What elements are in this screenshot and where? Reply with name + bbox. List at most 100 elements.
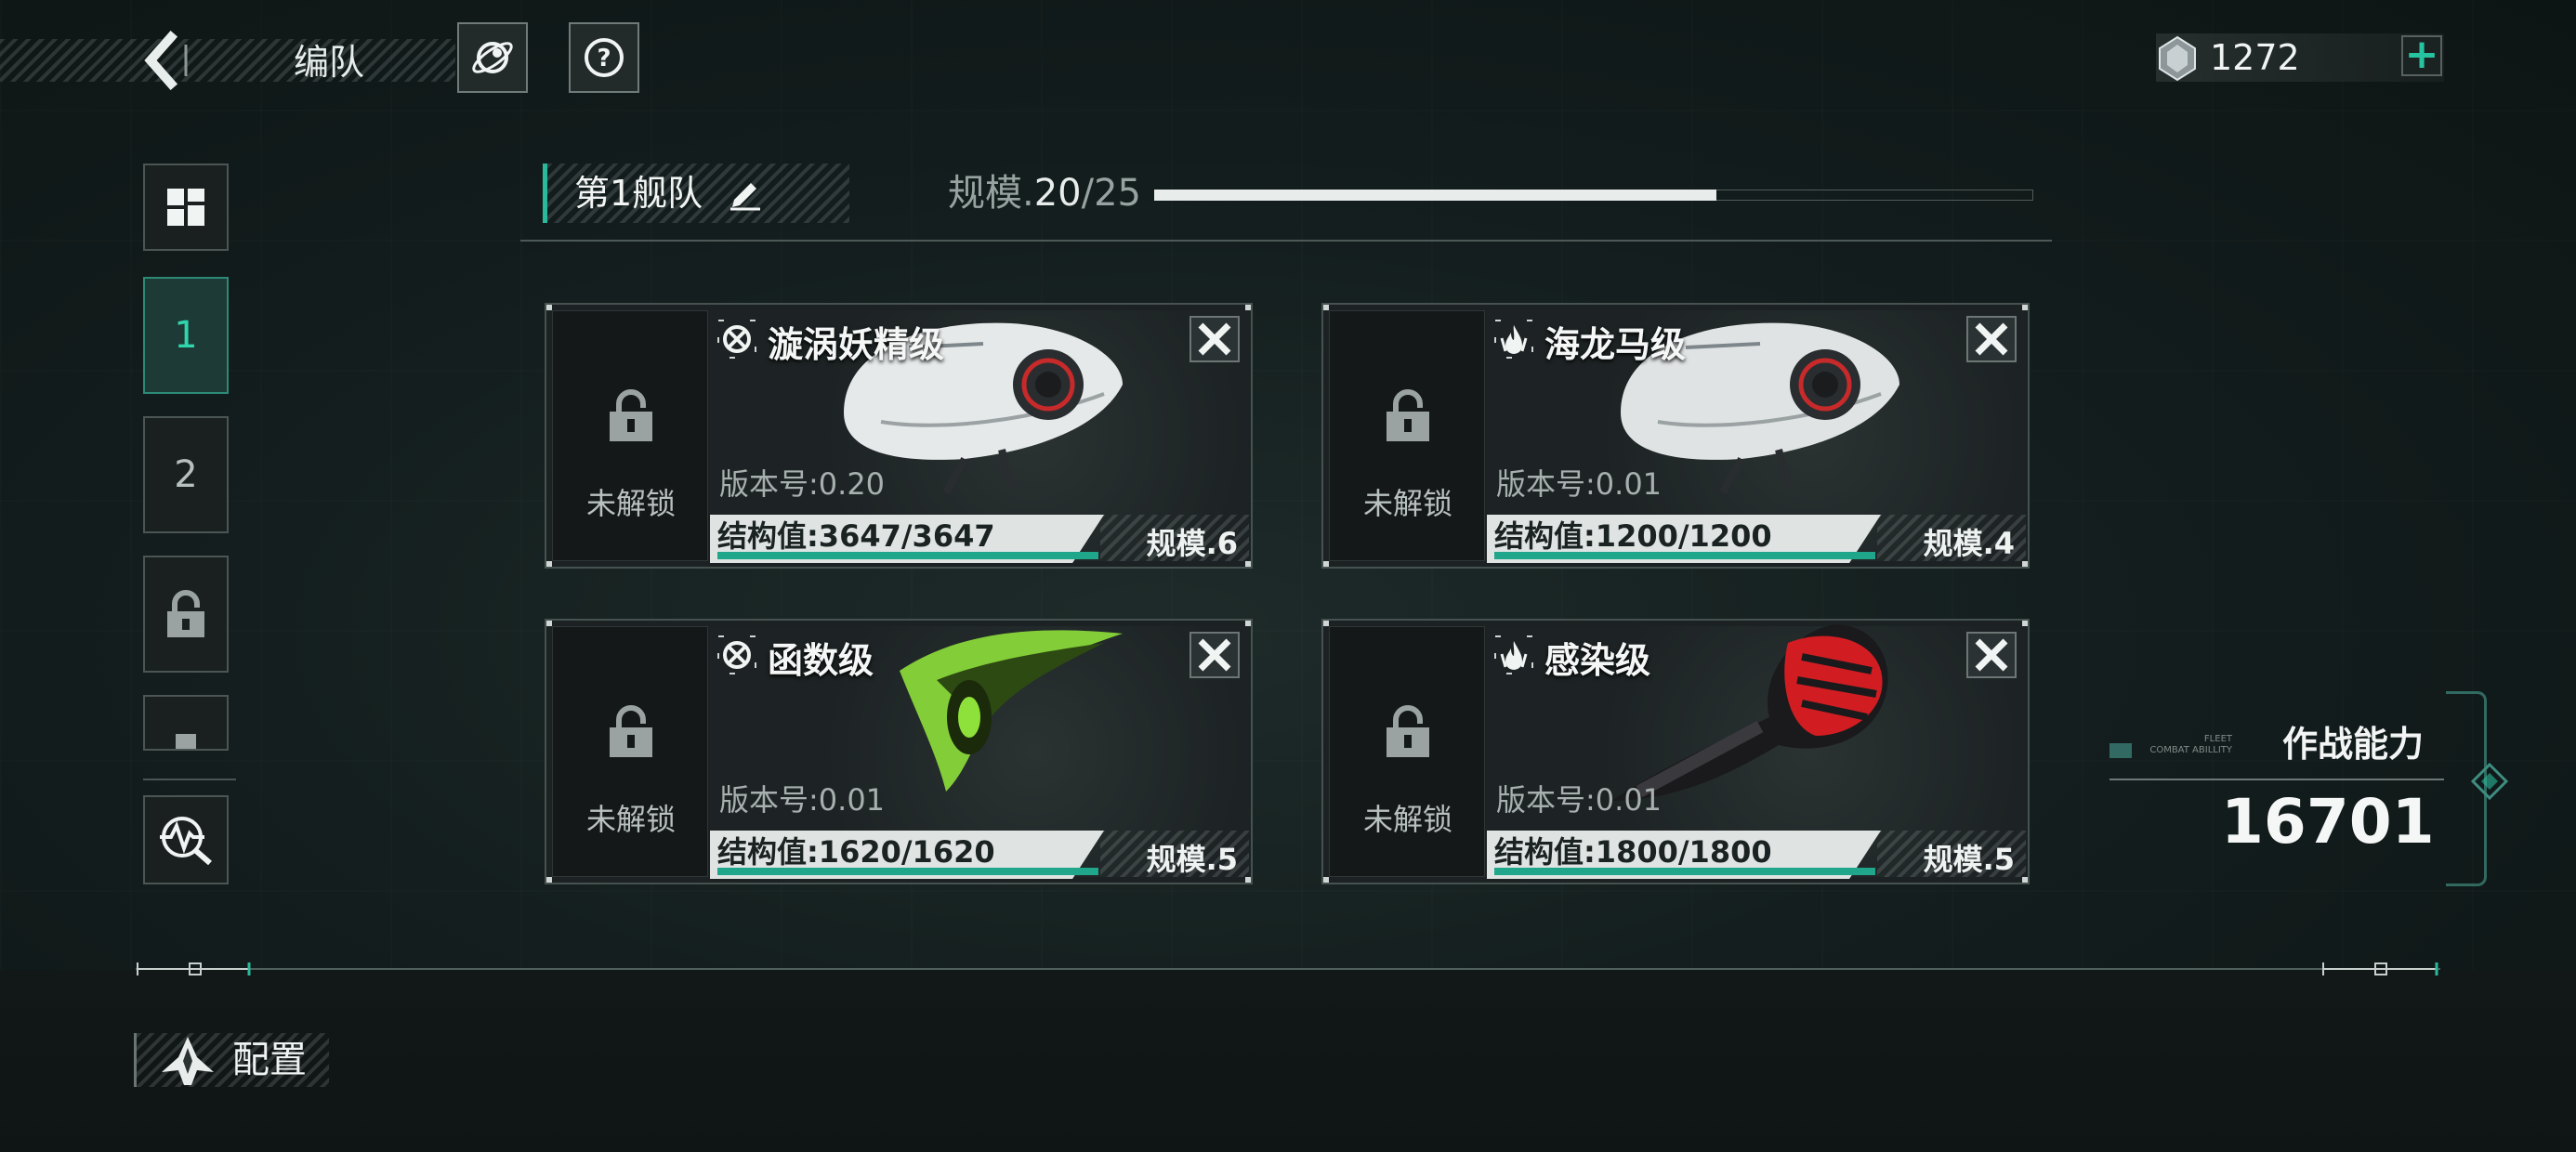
combat-marker (2109, 743, 2132, 758)
combat-diamond-icon (2470, 762, 2509, 805)
card-corner (1323, 305, 1329, 310)
remove-ship-button[interactable] (1966, 316, 2017, 362)
fleet-name-text: 第1舰队 (574, 173, 703, 214)
bottom-band (0, 970, 2576, 1152)
combat-sub-line2: COMBAT ABILLITY (2149, 745, 2232, 755)
card-corner (1245, 305, 1251, 310)
sidebar-grid-button[interactable] (143, 164, 229, 251)
remove-ship-button[interactable] (1966, 632, 2017, 678)
remove-ship-button[interactable] (1189, 316, 1240, 362)
fleet-header-divider (520, 240, 2052, 242)
back-button[interactable] (138, 28, 193, 93)
combat-sub-line1: FLEET (2203, 734, 2232, 744)
card-corner (1245, 621, 1251, 626)
fleet-scale-label: 规模. (948, 172, 1034, 215)
card-corner (1323, 877, 1329, 883)
close-icon (1198, 322, 1231, 356)
ship-name: 感染级 (1544, 640, 1651, 681)
ship-config-icon (160, 1035, 216, 1091)
sidebar-fleet-2[interactable]: 2 (143, 416, 229, 533)
ship-card[interactable]: 未解锁 海龙马级 版本号:0.01 结构值:1200/1200 规模.4 (1321, 303, 2030, 569)
sidebar-locked-slot[interactable] (143, 556, 229, 673)
bottom-left-marker (136, 961, 251, 977)
lock-icon-wrap (607, 703, 655, 763)
remove-ship-button[interactable] (1189, 632, 1240, 678)
grid-icon (167, 189, 204, 226)
close-icon (1198, 638, 1231, 672)
close-icon (1975, 638, 2008, 672)
card-corner (546, 561, 552, 567)
analysis-icon (160, 817, 212, 865)
unlock-label: 未解锁 (1362, 486, 1452, 521)
fleet-scale: 规模.20/25 (948, 167, 1141, 219)
card-corner (2022, 877, 2028, 883)
card-corner (546, 621, 552, 626)
close-icon (1975, 322, 2008, 356)
ship-card[interactable]: 未解锁 函数级 版本号:0.01 结构值:1620/1620 规模.5 (545, 619, 1253, 884)
ship-card[interactable]: 未解锁 感染级 版本号:0.01 结构值:1800/1800 规模.5 (1321, 619, 2030, 884)
title-hatch (0, 39, 455, 82)
back-arrow-icon (144, 30, 188, 91)
svg-text:?: ? (597, 45, 611, 72)
flame-icon (1494, 635, 1533, 674)
combat-sub-label: FLEET COMBAT ABILLITY (2139, 734, 2232, 756)
ship-name: 海龙马级 (1544, 324, 1687, 365)
lock-icon (167, 590, 204, 637)
ship-scale: 规模.5 (1923, 842, 2015, 877)
card-corner (546, 877, 552, 883)
sidebar-fleet-1[interactable]: 1 (143, 277, 229, 394)
lock-icon (176, 734, 196, 749)
ship-version: 版本号:0.01 (719, 782, 886, 818)
lock-icon (1387, 705, 1429, 757)
edit-icon[interactable] (727, 174, 764, 211)
target-icon (717, 320, 756, 359)
ship-card[interactable]: 未解锁 漩涡妖精级 版本号:0.20 结构值:3647/3647 规模.6 (545, 303, 1253, 569)
fleet-scale-sep: / (1081, 172, 1095, 215)
unlock-label: 未解锁 (1362, 802, 1452, 837)
ship-version: 版本号:0.01 (1496, 782, 1663, 818)
ship-version: 版本号:0.01 (1496, 466, 1663, 502)
fleet-scale-fill (1154, 190, 1716, 201)
card-corner (1245, 561, 1251, 567)
bottom-divider (136, 968, 2440, 970)
card-corner (546, 305, 552, 310)
unlock-label: 未解锁 (585, 486, 676, 521)
card-corner (1245, 877, 1251, 883)
combat-ability-label: 作战能力 (2282, 724, 2425, 765)
ship-name: 函数级 (768, 640, 874, 681)
lock-icon (610, 389, 652, 441)
card-corner (1323, 621, 1329, 626)
ship-art-wrap (881, 621, 1160, 805)
help-button[interactable]: ? (569, 22, 639, 93)
lock-icon-wrap (1384, 387, 1432, 447)
combat-divider (2109, 779, 2444, 780)
lock-icon (610, 705, 652, 757)
card-corner (2022, 621, 2028, 626)
sidebar-divider (143, 779, 236, 780)
card-corner (2022, 305, 2028, 310)
ship-art (900, 630, 1123, 792)
planet-button[interactable] (457, 22, 528, 93)
lock-icon (1387, 389, 1429, 441)
sidebar-locked-slot-partial[interactable] (143, 695, 229, 751)
fleet-scale-max: 25 (1094, 172, 1142, 215)
crystal-currency-icon (2156, 35, 2199, 85)
sidebar-fleet-2-label: 2 (174, 453, 198, 496)
fleet-scale-current: 20 (1033, 172, 1082, 215)
combat-ability-value: 16701 (2221, 786, 2435, 857)
page-title: 编队 (294, 42, 365, 83)
add-currency-button[interactable]: + (2401, 34, 2442, 76)
sidebar-fleet-1-label: 1 (174, 314, 198, 357)
fleet-name: 第1舰队 (574, 167, 764, 219)
ship-scale: 规模.5 (1146, 842, 1238, 877)
unlock-label: 未解锁 (585, 802, 676, 837)
help-icon: ? (585, 38, 624, 77)
target-icon (717, 635, 756, 674)
config-label: 配置 (232, 1039, 307, 1081)
lock-icon-wrap (1384, 703, 1432, 763)
sidebar-analysis-button[interactable] (143, 795, 229, 884)
card-corner (1323, 561, 1329, 567)
planet-icon (472, 42, 513, 73)
currency-value: 1272 (2210, 37, 2300, 78)
bottom-right-marker (2321, 961, 2438, 977)
